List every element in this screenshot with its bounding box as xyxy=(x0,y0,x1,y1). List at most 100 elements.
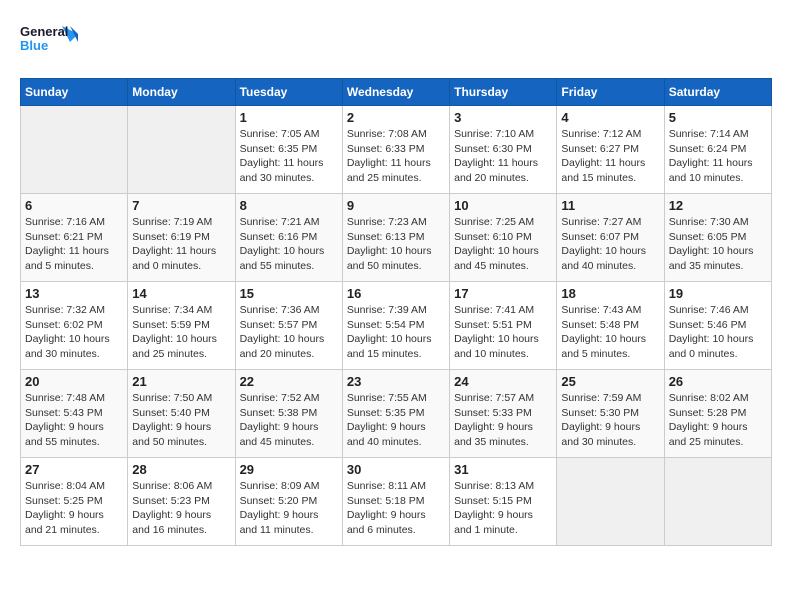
day-cell: 22 Sunrise: 7:52 AM Sunset: 5:38 PM Dayli… xyxy=(235,370,342,458)
day-info: Sunrise: 8:09 AM Sunset: 5:20 PM Dayligh… xyxy=(240,479,338,538)
day-cell: 16 Sunrise: 7:39 AM Sunset: 5:54 PM Dayli… xyxy=(342,282,449,370)
day-cell: 31 Sunrise: 8:13 AM Sunset: 5:15 PM Dayli… xyxy=(450,458,557,546)
day-cell: 5 Sunrise: 7:14 AM Sunset: 6:24 PM Daylig… xyxy=(664,106,771,194)
day-info: Sunrise: 7:25 AM Sunset: 6:10 PM Dayligh… xyxy=(454,215,552,274)
day-number: 3 xyxy=(454,110,552,125)
day-cell: 26 Sunrise: 8:02 AM Sunset: 5:28 PM Dayli… xyxy=(664,370,771,458)
day-number: 26 xyxy=(669,374,767,389)
day-number: 24 xyxy=(454,374,552,389)
day-number: 19 xyxy=(669,286,767,301)
day-info: Sunrise: 7:57 AM Sunset: 5:33 PM Dayligh… xyxy=(454,391,552,450)
day-info: Sunrise: 8:11 AM Sunset: 5:18 PM Dayligh… xyxy=(347,479,445,538)
day-info: Sunrise: 7:41 AM Sunset: 5:51 PM Dayligh… xyxy=(454,303,552,362)
day-info: Sunrise: 7:52 AM Sunset: 5:38 PM Dayligh… xyxy=(240,391,338,450)
day-cell: 27 Sunrise: 8:04 AM Sunset: 5:25 PM Dayli… xyxy=(21,458,128,546)
day-number: 23 xyxy=(347,374,445,389)
day-info: Sunrise: 7:43 AM Sunset: 5:48 PM Dayligh… xyxy=(561,303,659,362)
day-info: Sunrise: 7:16 AM Sunset: 6:21 PM Dayligh… xyxy=(25,215,123,274)
day-info: Sunrise: 7:10 AM Sunset: 6:30 PM Dayligh… xyxy=(454,127,552,186)
day-info: Sunrise: 7:55 AM Sunset: 5:35 PM Dayligh… xyxy=(347,391,445,450)
day-cell: 10 Sunrise: 7:25 AM Sunset: 6:10 PM Dayli… xyxy=(450,194,557,282)
day-number: 14 xyxy=(132,286,230,301)
day-cell: 3 Sunrise: 7:10 AM Sunset: 6:30 PM Daylig… xyxy=(450,106,557,194)
day-number: 30 xyxy=(347,462,445,477)
day-number: 12 xyxy=(669,198,767,213)
day-number: 28 xyxy=(132,462,230,477)
day-cell: 30 Sunrise: 8:11 AM Sunset: 5:18 PM Dayli… xyxy=(342,458,449,546)
day-number: 31 xyxy=(454,462,552,477)
day-info: Sunrise: 7:23 AM Sunset: 6:13 PM Dayligh… xyxy=(347,215,445,274)
day-number: 4 xyxy=(561,110,659,125)
day-number: 10 xyxy=(454,198,552,213)
day-cell xyxy=(664,458,771,546)
day-info: Sunrise: 7:39 AM Sunset: 5:54 PM Dayligh… xyxy=(347,303,445,362)
day-info: Sunrise: 7:36 AM Sunset: 5:57 PM Dayligh… xyxy=(240,303,338,362)
day-number: 16 xyxy=(347,286,445,301)
day-cell: 2Sunrise: 7:08 AM Sunset: 6:33 PM Daylig… xyxy=(342,106,449,194)
day-info: Sunrise: 7:21 AM Sunset: 6:16 PM Dayligh… xyxy=(240,215,338,274)
day-info: Sunrise: 8:02 AM Sunset: 5:28 PM Dayligh… xyxy=(669,391,767,450)
day-cell: 29 Sunrise: 8:09 AM Sunset: 5:20 PM Dayli… xyxy=(235,458,342,546)
day-cell: 25 Sunrise: 7:59 AM Sunset: 5:30 PM Dayli… xyxy=(557,370,664,458)
week-row-4: 20Sunrise: 7:48 AM Sunset: 5:43 PM Dayli… xyxy=(21,370,772,458)
day-number: 21 xyxy=(132,374,230,389)
day-cell: 11Sunrise: 7:27 AM Sunset: 6:07 PM Dayli… xyxy=(557,194,664,282)
weekday-header-sunday: Sunday xyxy=(21,79,128,106)
day-number: 8 xyxy=(240,198,338,213)
weekday-header-friday: Friday xyxy=(557,79,664,106)
day-number: 5 xyxy=(669,110,767,125)
svg-text:General: General xyxy=(20,24,68,39)
day-cell: 9 Sunrise: 7:23 AM Sunset: 6:13 PM Daylig… xyxy=(342,194,449,282)
day-cell: 15 Sunrise: 7:36 AM Sunset: 5:57 PM Dayli… xyxy=(235,282,342,370)
calendar-table: SundayMondayTuesdayWednesdayThursdayFrid… xyxy=(20,78,772,546)
day-cell: 7Sunrise: 7:19 AM Sunset: 6:19 PM Daylig… xyxy=(128,194,235,282)
svg-text:Blue: Blue xyxy=(20,38,48,53)
day-info: Sunrise: 8:13 AM Sunset: 5:15 PM Dayligh… xyxy=(454,479,552,538)
day-info: Sunrise: 7:50 AM Sunset: 5:40 PM Dayligh… xyxy=(132,391,230,450)
day-number: 9 xyxy=(347,198,445,213)
day-number: 17 xyxy=(454,286,552,301)
day-info: Sunrise: 8:06 AM Sunset: 5:23 PM Dayligh… xyxy=(132,479,230,538)
day-info: Sunrise: 7:59 AM Sunset: 5:30 PM Dayligh… xyxy=(561,391,659,450)
day-cell: 6 Sunrise: 7:16 AM Sunset: 6:21 PM Daylig… xyxy=(21,194,128,282)
day-info: Sunrise: 8:04 AM Sunset: 5:25 PM Dayligh… xyxy=(25,479,123,538)
day-cell: 1 Sunrise: 7:05 AM Sunset: 6:35 PM Daylig… xyxy=(235,106,342,194)
day-cell: 12 Sunrise: 7:30 AM Sunset: 6:05 PM Dayli… xyxy=(664,194,771,282)
day-cell xyxy=(128,106,235,194)
day-number: 1 xyxy=(240,110,338,125)
day-number: 6 xyxy=(25,198,123,213)
day-info: Sunrise: 7:48 AM Sunset: 5:43 PM Dayligh… xyxy=(25,391,123,450)
day-number: 25 xyxy=(561,374,659,389)
page-header: GeneralBlue xyxy=(20,20,772,62)
day-cell: 23 Sunrise: 7:55 AM Sunset: 5:35 PM Dayli… xyxy=(342,370,449,458)
day-info: Sunrise: 7:46 AM Sunset: 5:46 PM Dayligh… xyxy=(669,303,767,362)
week-row-3: 13 Sunrise: 7:32 AM Sunset: 6:02 PM Dayli… xyxy=(21,282,772,370)
day-info: Sunrise: 7:12 AM Sunset: 6:27 PM Dayligh… xyxy=(561,127,659,186)
day-cell xyxy=(21,106,128,194)
day-cell: 17 Sunrise: 7:41 AM Sunset: 5:51 PM Dayli… xyxy=(450,282,557,370)
day-number: 29 xyxy=(240,462,338,477)
day-info: Sunrise: 7:32 AM Sunset: 6:02 PM Dayligh… xyxy=(25,303,123,362)
day-info: Sunrise: 7:08 AM Sunset: 6:33 PM Dayligh… xyxy=(347,127,445,186)
day-cell: 19 Sunrise: 7:46 AM Sunset: 5:46 PM Dayli… xyxy=(664,282,771,370)
day-cell: 28 Sunrise: 8:06 AM Sunset: 5:23 PM Dayli… xyxy=(128,458,235,546)
day-info: Sunrise: 7:14 AM Sunset: 6:24 PM Dayligh… xyxy=(669,127,767,186)
week-row-1: 1 Sunrise: 7:05 AM Sunset: 6:35 PM Daylig… xyxy=(21,106,772,194)
weekday-header-saturday: Saturday xyxy=(664,79,771,106)
day-info: Sunrise: 7:34 AM Sunset: 5:59 PM Dayligh… xyxy=(132,303,230,362)
weekday-header-tuesday: Tuesday xyxy=(235,79,342,106)
weekday-header-thursday: Thursday xyxy=(450,79,557,106)
weekday-header-row: SundayMondayTuesdayWednesdayThursdayFrid… xyxy=(21,79,772,106)
day-cell: 18Sunrise: 7:43 AM Sunset: 5:48 PM Dayli… xyxy=(557,282,664,370)
day-number: 27 xyxy=(25,462,123,477)
day-cell: 13 Sunrise: 7:32 AM Sunset: 6:02 PM Dayli… xyxy=(21,282,128,370)
day-cell: 24 Sunrise: 7:57 AM Sunset: 5:33 PM Dayli… xyxy=(450,370,557,458)
day-info: Sunrise: 7:30 AM Sunset: 6:05 PM Dayligh… xyxy=(669,215,767,274)
day-cell: 20Sunrise: 7:48 AM Sunset: 5:43 PM Dayli… xyxy=(21,370,128,458)
week-row-2: 6 Sunrise: 7:16 AM Sunset: 6:21 PM Daylig… xyxy=(21,194,772,282)
day-number: 15 xyxy=(240,286,338,301)
day-info: Sunrise: 7:05 AM Sunset: 6:35 PM Dayligh… xyxy=(240,127,338,186)
day-number: 22 xyxy=(240,374,338,389)
weekday-header-monday: Monday xyxy=(128,79,235,106)
day-number: 13 xyxy=(25,286,123,301)
